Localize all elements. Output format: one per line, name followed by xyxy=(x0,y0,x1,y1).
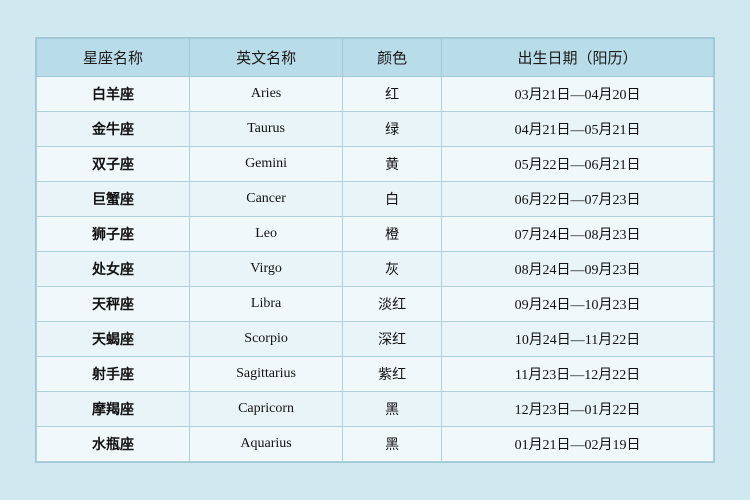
cell-chinese-name: 射手座 xyxy=(37,357,190,392)
cell-dates: 01月21日—02月19日 xyxy=(442,427,714,462)
cell-dates: 11月23日—12月22日 xyxy=(442,357,714,392)
table-row: 金牛座Taurus绿04月21日—05月21日 xyxy=(37,112,714,147)
cell-chinese-name: 处女座 xyxy=(37,252,190,287)
cell-dates: 06月22日—07月23日 xyxy=(442,182,714,217)
table-row: 狮子座Leo橙07月24日—08月23日 xyxy=(37,217,714,252)
cell-color: 橙 xyxy=(343,217,442,252)
cell-dates: 09月24日—10月23日 xyxy=(442,287,714,322)
cell-dates: 08月24日—09月23日 xyxy=(442,252,714,287)
header-dates: 出生日期（阳历） xyxy=(442,39,714,77)
cell-english-name: Gemini xyxy=(190,147,343,182)
cell-color: 黑 xyxy=(343,392,442,427)
cell-english-name: Aries xyxy=(190,77,343,112)
cell-dates: 03月21日—04月20日 xyxy=(442,77,714,112)
table-row: 白羊座Aries红03月21日—04月20日 xyxy=(37,77,714,112)
cell-english-name: Sagittarius xyxy=(190,357,343,392)
cell-dates: 10月24日—11月22日 xyxy=(442,322,714,357)
cell-chinese-name: 摩羯座 xyxy=(37,392,190,427)
zodiac-table: 星座名称 英文名称 颜色 出生日期（阳历） 白羊座Aries红03月21日—04… xyxy=(36,38,714,462)
cell-chinese-name: 天秤座 xyxy=(37,287,190,322)
cell-color: 黑 xyxy=(343,427,442,462)
cell-dates: 07月24日—08月23日 xyxy=(442,217,714,252)
cell-color: 灰 xyxy=(343,252,442,287)
cell-chinese-name: 狮子座 xyxy=(37,217,190,252)
header-color: 颜色 xyxy=(343,39,442,77)
zodiac-table-container: 星座名称 英文名称 颜色 出生日期（阳历） 白羊座Aries红03月21日—04… xyxy=(35,37,715,463)
cell-color: 绿 xyxy=(343,112,442,147)
cell-chinese-name: 天蝎座 xyxy=(37,322,190,357)
table-row: 摩羯座Capricorn黑12月23日—01月22日 xyxy=(37,392,714,427)
cell-dates: 12月23日—01月22日 xyxy=(442,392,714,427)
cell-english-name: Scorpio xyxy=(190,322,343,357)
table-header-row: 星座名称 英文名称 颜色 出生日期（阳历） xyxy=(37,39,714,77)
cell-english-name: Capricorn xyxy=(190,392,343,427)
table-row: 巨蟹座Cancer白06月22日—07月23日 xyxy=(37,182,714,217)
table-row: 天蝎座Scorpio深红10月24日—11月22日 xyxy=(37,322,714,357)
cell-chinese-name: 金牛座 xyxy=(37,112,190,147)
cell-chinese-name: 白羊座 xyxy=(37,77,190,112)
header-english-name: 英文名称 xyxy=(190,39,343,77)
header-chinese-name: 星座名称 xyxy=(37,39,190,77)
cell-english-name: Virgo xyxy=(190,252,343,287)
cell-english-name: Taurus xyxy=(190,112,343,147)
table-row: 天秤座Libra淡红09月24日—10月23日 xyxy=(37,287,714,322)
cell-english-name: Aquarius xyxy=(190,427,343,462)
cell-english-name: Cancer xyxy=(190,182,343,217)
cell-color: 淡红 xyxy=(343,287,442,322)
cell-color: 白 xyxy=(343,182,442,217)
cell-color: 黄 xyxy=(343,147,442,182)
cell-chinese-name: 巨蟹座 xyxy=(37,182,190,217)
cell-color: 深红 xyxy=(343,322,442,357)
table-row: 射手座Sagittarius紫红11月23日—12月22日 xyxy=(37,357,714,392)
cell-color: 紫红 xyxy=(343,357,442,392)
cell-english-name: Libra xyxy=(190,287,343,322)
table-row: 处女座Virgo灰08月24日—09月23日 xyxy=(37,252,714,287)
cell-chinese-name: 水瓶座 xyxy=(37,427,190,462)
table-row: 水瓶座Aquarius黑01月21日—02月19日 xyxy=(37,427,714,462)
cell-english-name: Leo xyxy=(190,217,343,252)
cell-color: 红 xyxy=(343,77,442,112)
cell-chinese-name: 双子座 xyxy=(37,147,190,182)
table-row: 双子座Gemini黄05月22日—06月21日 xyxy=(37,147,714,182)
cell-dates: 04月21日—05月21日 xyxy=(442,112,714,147)
cell-dates: 05月22日—06月21日 xyxy=(442,147,714,182)
table-body: 白羊座Aries红03月21日—04月20日金牛座Taurus绿04月21日—0… xyxy=(37,77,714,462)
